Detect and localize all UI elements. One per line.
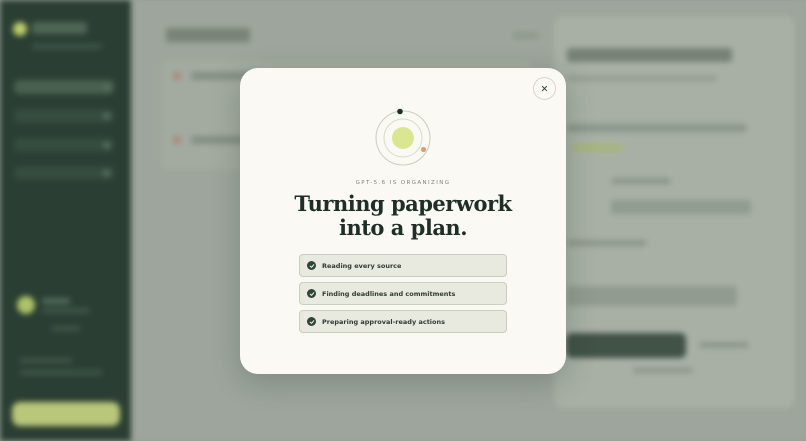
task-list: Reading every source Finding deadlines a… [299,254,507,338]
modal-headline: Turning paperwork into a plan. [240,192,566,240]
task-label: Reading every source [322,261,402,270]
close-button[interactable] [533,77,556,100]
task-item: Finding deadlines and commitments [299,282,507,305]
task-item: Preparing approval-ready actions [299,310,507,333]
task-item: Reading every source [299,254,507,277]
headline-line-1: Turning paperwork [294,191,512,216]
organizing-modal: GPT-5.6 IS ORGANIZING Turning paperwork … [240,68,566,374]
close-icon [541,85,548,92]
status-overline: GPT-5.6 IS ORGANIZING [355,180,451,186]
check-icon [307,317,316,326]
check-icon [307,289,316,298]
headline-line-2: into a plan. [338,215,468,240]
task-label: Preparing approval-ready actions [322,317,445,326]
orbit-progress-icon [375,108,431,166]
check-icon [307,261,316,270]
task-label: Finding deadlines and commitments [322,289,456,298]
